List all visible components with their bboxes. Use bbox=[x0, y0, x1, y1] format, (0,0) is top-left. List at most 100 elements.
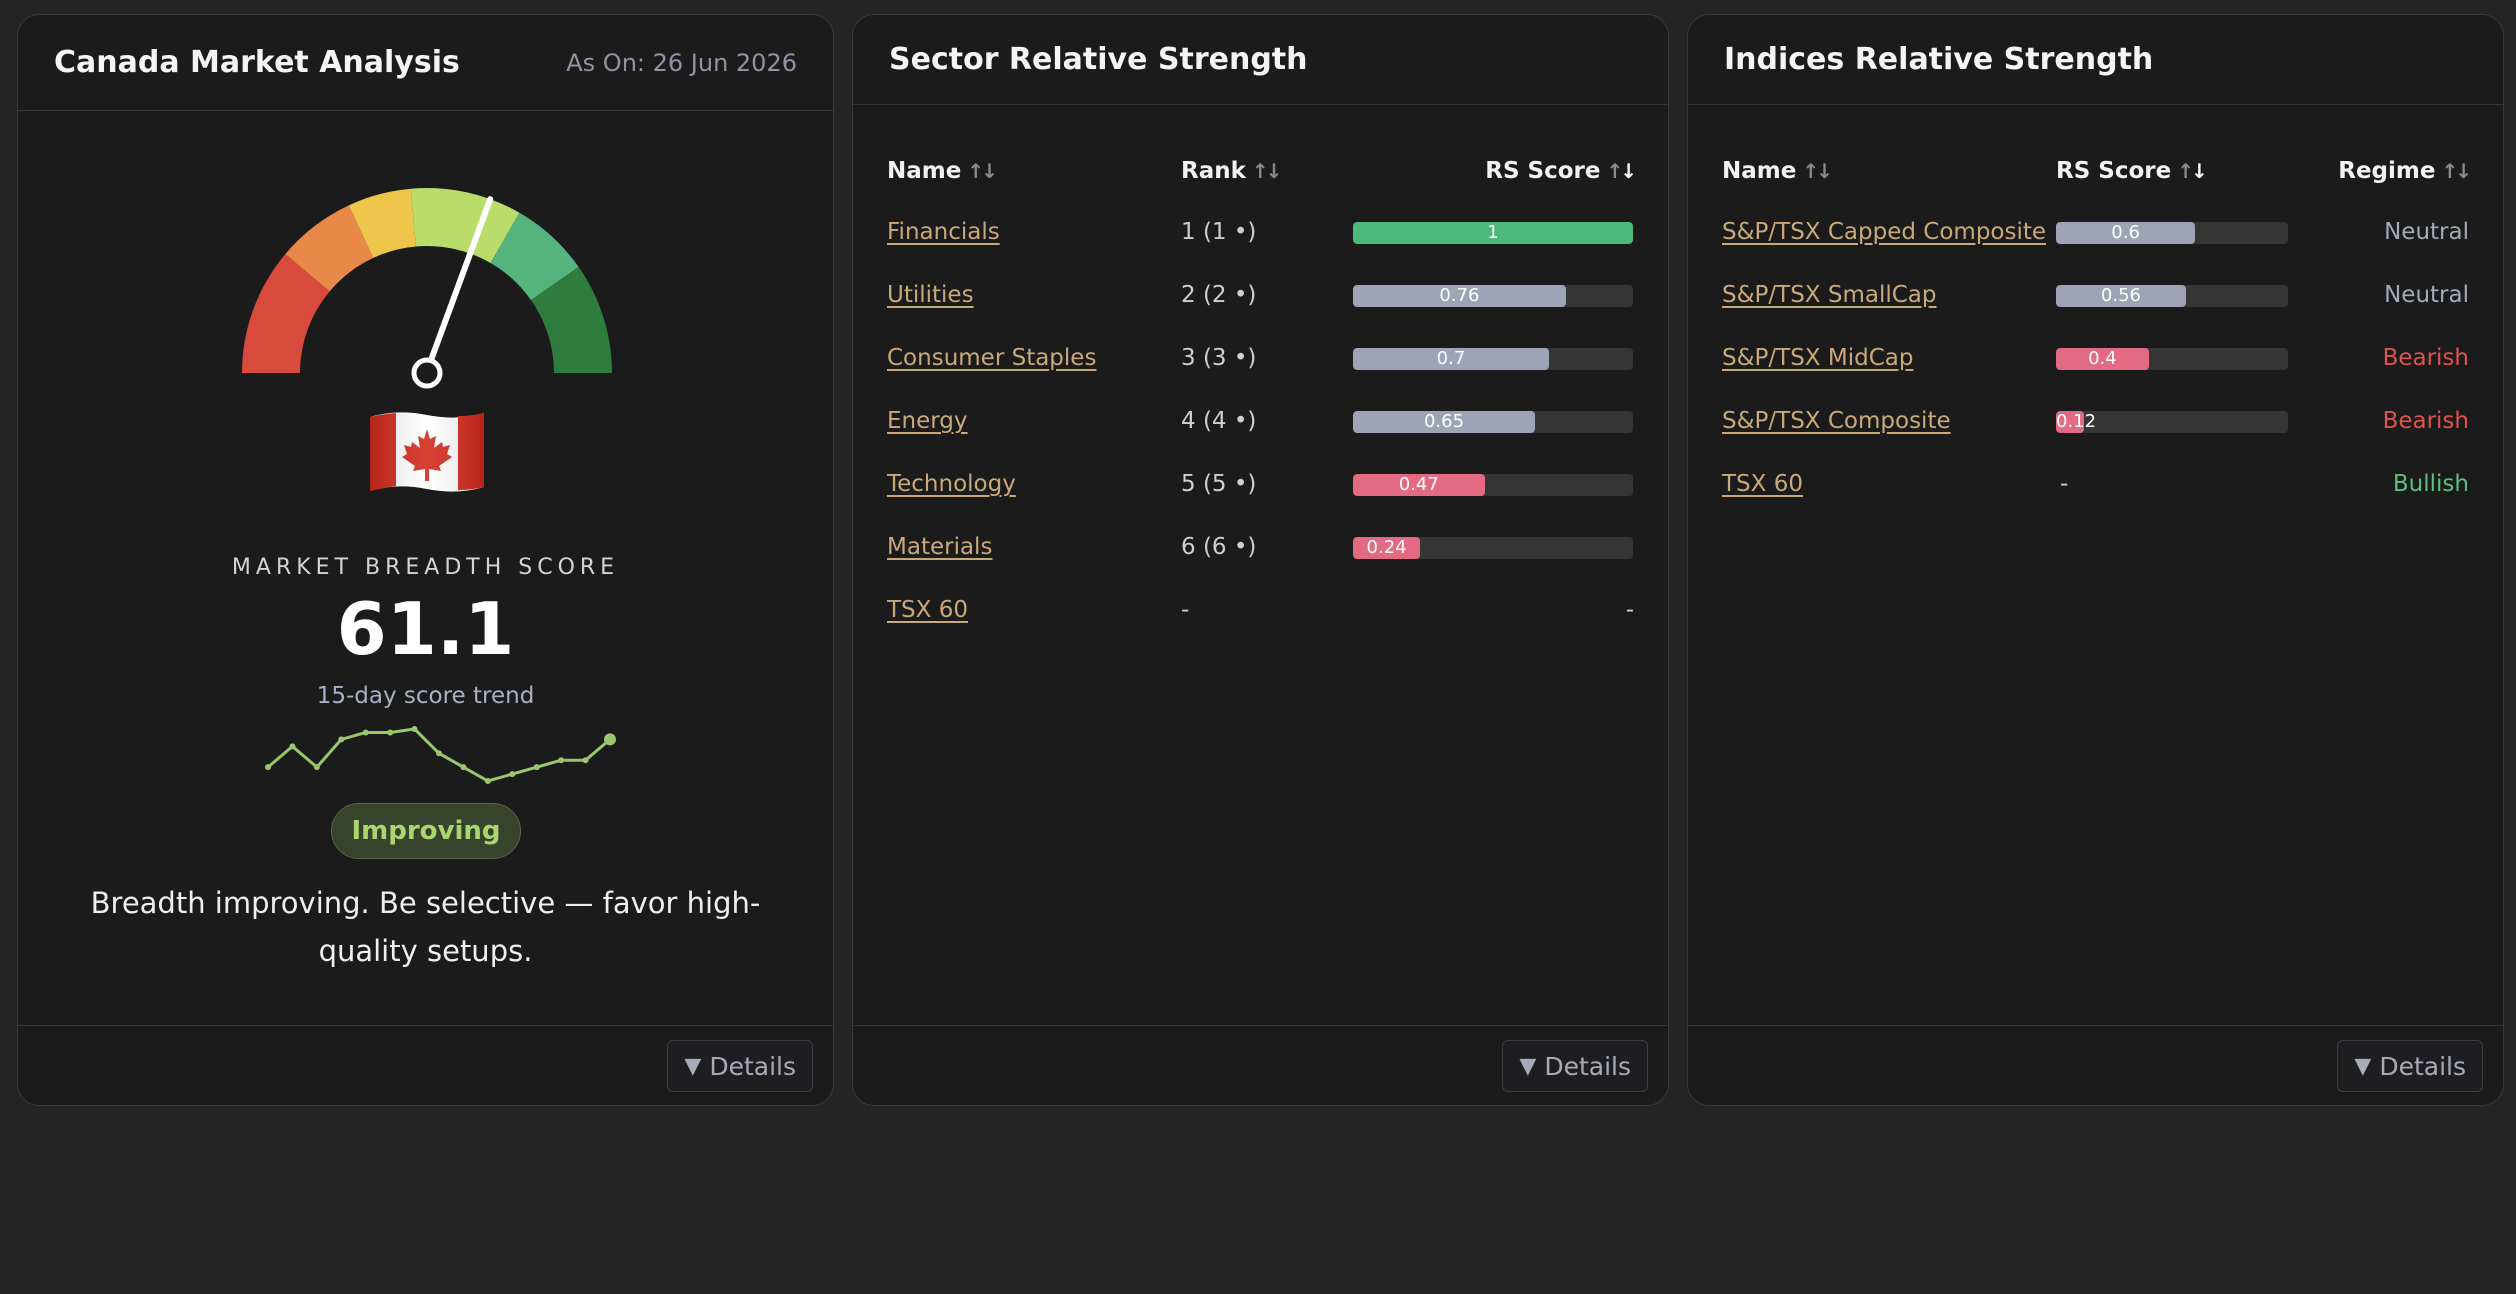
sector-rows: Financials 1 (1 •) 1 Utilities 2 (2 •) 0.76 Co… bbox=[887, 205, 1634, 646]
indices-regime-header[interactable]: Regime ↑↓ bbox=[2338, 155, 2472, 187]
sector-name-link[interactable]: Materials bbox=[887, 534, 992, 560]
sparkline-point bbox=[289, 743, 296, 750]
sector-row: Technology 5 (5 •) 0.47 bbox=[887, 457, 1634, 520]
sector-row: Financials 1 (1 •) 1 bbox=[887, 205, 1634, 268]
indices-name-header[interactable]: Name ↑↓ bbox=[1722, 155, 1833, 187]
sort-icon: ↑↓ bbox=[1802, 159, 1832, 183]
sector-row: Materials 6 (6 •) 0.24 bbox=[887, 520, 1634, 583]
indices-card-header: Indices Relative Strength bbox=[1688, 15, 2503, 105]
rs-score-bar: 0.4 bbox=[2056, 348, 2288, 370]
rs-score-value: 0.47 bbox=[1398, 474, 1439, 495]
sector-card-header: Sector Relative Strength bbox=[853, 15, 1668, 105]
index-name-link[interactable]: S&P/TSX Capped Composite bbox=[1722, 219, 2046, 245]
rs-score-value: 0.24 bbox=[1366, 537, 1407, 558]
trend-label: 15-day score trend bbox=[316, 683, 535, 709]
gauge-segment bbox=[489, 212, 579, 301]
market-card-header: Canada Market Analysis As On: 26 Jun 202… bbox=[18, 15, 833, 111]
sector-name-link[interactable]: Technology bbox=[887, 471, 1016, 497]
sector-rank: 2 (2 •) bbox=[1181, 282, 1257, 308]
sector-rank: 4 (4 •) bbox=[1181, 408, 1257, 434]
sector-name-link[interactable]: Consumer Staples bbox=[887, 345, 1096, 371]
sector-rank: 5 (5 •) bbox=[1181, 471, 1257, 497]
sparkline-point bbox=[387, 729, 394, 736]
market-breadth-label: MARKET BREADTH SCORE bbox=[231, 555, 620, 580]
sector-rank: 1 (1 •) bbox=[1181, 219, 1257, 245]
sector-rank: - bbox=[1181, 597, 1190, 623]
rs-score-value: 0.6 bbox=[2111, 222, 2140, 243]
rs-score-bar: 0.76 bbox=[1353, 285, 1633, 307]
index-name-link[interactable]: TSX 60 bbox=[1722, 471, 1803, 497]
rs-score-value: 0.65 bbox=[1423, 411, 1465, 432]
sector-name-link[interactable]: Financials bbox=[887, 219, 1000, 245]
sort-icon: ↑↓ bbox=[967, 159, 997, 183]
rs-score-bar: 0.24 bbox=[1353, 537, 1633, 559]
triangle-down-icon: ▼ bbox=[1519, 1053, 1537, 1079]
rs-score-value: 0.56 bbox=[2100, 285, 2141, 306]
rs-score-bar: 0.47 bbox=[1353, 474, 1633, 496]
sector-row: Energy 4 (4 •) 0.65 bbox=[887, 394, 1634, 457]
gauge-segment bbox=[348, 188, 417, 259]
indices-details-button[interactable]: ▼ Details bbox=[2337, 1040, 2483, 1092]
index-name-link[interactable]: S&P/TSX SmallCap bbox=[1722, 282, 1937, 308]
details-label: Details bbox=[2379, 1051, 2466, 1081]
sector-name-link[interactable]: TSX 60 bbox=[887, 597, 968, 623]
sector-row: Consumer Staples 3 (3 •) 0.7 bbox=[887, 331, 1634, 394]
indices-card-title: Indices Relative Strength bbox=[1724, 42, 2154, 77]
details-label: Details bbox=[1544, 1051, 1631, 1081]
gauge-segment bbox=[285, 205, 375, 293]
sparkline-point bbox=[460, 764, 467, 771]
status-badge: Improving bbox=[331, 803, 521, 859]
header-label: RS Score bbox=[2056, 158, 2172, 184]
indices-rs-header[interactable]: RS Score ↑↓ bbox=[2056, 155, 2208, 187]
rs-score-value: 1 bbox=[1487, 222, 1499, 243]
index-row: S&P/TSX SmallCap 0.56 Neutral bbox=[1722, 268, 2469, 331]
sparkline-point bbox=[313, 764, 320, 771]
index-name-link[interactable]: S&P/TSX MidCap bbox=[1722, 345, 1913, 371]
rs-score-value: 0.7 bbox=[1436, 348, 1466, 369]
indices-strength-card: Indices Relative Strength Name ↑↓ RS Sco… bbox=[1687, 14, 2504, 1106]
rs-score-bar: 0.12 bbox=[2056, 411, 2288, 433]
sector-name-header[interactable]: Name ↑↓ bbox=[887, 155, 998, 187]
sparkline-point bbox=[484, 778, 491, 784]
rs-score-value: 0.12 bbox=[2056, 411, 2097, 432]
sector-rank: 6 (6 •) bbox=[1181, 534, 1257, 560]
sector-table: Name ↑↓ Rank ↑↓ RS Score ↑↓ Financials 1 … bbox=[887, 155, 1637, 646]
sector-name-link[interactable]: Energy bbox=[887, 408, 968, 434]
rs-score-bar: 1 bbox=[1353, 222, 1633, 244]
rs-score-bar: 0.7 bbox=[1353, 348, 1633, 370]
rs-score-bar: 0.56 bbox=[2056, 285, 2288, 307]
sector-card-title: Sector Relative Strength bbox=[889, 42, 1308, 77]
rs-score-value: 0.4 bbox=[2088, 348, 2117, 369]
sector-rs-header[interactable]: RS Score ↑↓ bbox=[1485, 155, 1637, 187]
market-advice: Breadth improving. Be selective — favor … bbox=[90, 886, 761, 968]
market-analysis-card: Canada Market Analysis As On: 26 Jun 202… bbox=[17, 14, 834, 1106]
sparkline-point bbox=[436, 750, 442, 757]
sector-card-footer: ▼ Details bbox=[853, 1025, 1668, 1105]
sector-rank-header[interactable]: Rank ↑↓ bbox=[1181, 155, 1282, 187]
rs-score-value: - bbox=[1625, 597, 1634, 623]
sector-table-header: Name ↑↓ Rank ↑↓ RS Score ↑↓ bbox=[887, 155, 1637, 205]
gauge-arcs bbox=[242, 188, 612, 374]
indices-table-header: Name ↑↓ RS Score ↑↓ Regime ↑↓ bbox=[1722, 155, 2472, 205]
sort-icon: ↑↓ bbox=[1251, 159, 1282, 183]
market-details-button[interactable]: ▼ Details bbox=[667, 1040, 813, 1092]
market-card-title: Canada Market Analysis bbox=[54, 45, 460, 80]
canada-flag-icon bbox=[370, 412, 484, 492]
sparkline-point bbox=[604, 733, 616, 746]
indices-card-footer: ▼ Details bbox=[1688, 1025, 2503, 1105]
breadth-gauge bbox=[242, 188, 612, 389]
triangle-down-icon: ▼ bbox=[2354, 1053, 2372, 1079]
sector-row: Utilities 2 (2 •) 0.76 bbox=[887, 268, 1634, 331]
sort-desc-icon: ↑↓ bbox=[1606, 159, 1636, 183]
sector-strength-card: Sector Relative Strength Name ↑↓ Rank ↑↓… bbox=[852, 14, 1669, 1106]
sparkline-point bbox=[558, 757, 565, 764]
regime-label: Bullish bbox=[2392, 471, 2469, 497]
sector-name-link[interactable]: Utilities bbox=[887, 282, 974, 308]
sector-details-button[interactable]: ▼ Details bbox=[1502, 1040, 1648, 1092]
rs-score-bar: 0.6 bbox=[2056, 222, 2288, 244]
header-label: Regime bbox=[2338, 158, 2436, 184]
sparkline-point bbox=[362, 729, 369, 736]
sector-rank: 3 (3 •) bbox=[1181, 345, 1257, 371]
index-name-link[interactable]: S&P/TSX Composite bbox=[1722, 408, 1951, 434]
regime-label: Bearish bbox=[2382, 345, 2469, 371]
